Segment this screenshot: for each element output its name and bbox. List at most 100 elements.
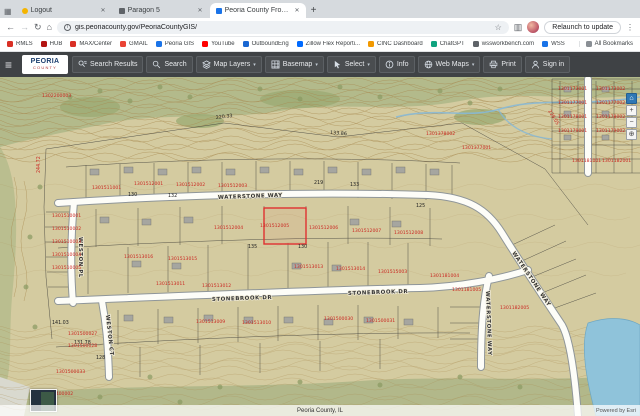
dimension-label: 128 — [96, 355, 105, 361]
parcel-id-label: 1301178001 — [558, 114, 587, 120]
bookmark-2[interactable]: MAX/Center — [70, 41, 112, 47]
tab-favicon — [22, 8, 28, 14]
lake — [584, 319, 640, 416]
search-icon — [152, 60, 161, 69]
signin-icon — [531, 60, 540, 69]
hamburger-menu-icon[interactable]: ≡ — [5, 58, 18, 72]
parcel-id-label: 1301182005 — [500, 305, 529, 311]
bookmark-favicon — [202, 41, 208, 47]
parcel-id-label: 1301500031 — [366, 318, 395, 324]
parcel-id-label: 1301179002 — [596, 128, 625, 134]
toolbar-button-sign-in[interactable]: Sign in — [525, 56, 570, 73]
relaunch-to-update-button[interactable]: Relaunch to update — [544, 21, 621, 34]
toolbar-button-info[interactable]: Info — [379, 56, 415, 73]
bookmark-favicon — [473, 41, 479, 47]
gis-toolbar: ≡ PEORIA COUNTY Search ResultsSearchMap … — [0, 52, 640, 77]
bookmarks-bar: RMLS HUB MAX/Center GMAIL Peoria GIS YouTube O… — [0, 37, 640, 52]
bookmark-6[interactable]: OutboundEng — [243, 41, 289, 47]
parcel-id-label: 1301510003 — [52, 239, 81, 245]
powered-by-esri: Powered by Esri — [596, 408, 636, 414]
all-bookmarks-button[interactable]: All Bookmarks — [579, 41, 633, 47]
bookmark-favicon — [368, 41, 374, 47]
bookmark-9[interactable]: ChatGPT — [431, 41, 465, 47]
zoom-in-button[interactable]: + — [626, 105, 637, 116]
parcel-id-label: 1301173002 — [596, 86, 625, 92]
chevron-down-icon: ▾ — [253, 62, 256, 68]
info-icon — [385, 60, 394, 69]
browser-tab-0[interactable]: Logout✕ — [16, 3, 112, 18]
parcel-id-label: 1301500028 — [68, 343, 97, 349]
profile-avatar[interactable] — [527, 21, 539, 33]
close-icon[interactable]: ✕ — [198, 7, 203, 14]
bookmark-10[interactable]: wssworkbench.com — [473, 41, 534, 47]
bookmark-favicon — [7, 41, 13, 47]
bookmark-11[interactable]: WSS — [542, 41, 565, 47]
parcel-id-label: 1301173001 — [558, 86, 587, 92]
new-tab-button[interactable]: + — [311, 5, 317, 16]
parcel-id-label: 1301513014 — [336, 266, 365, 272]
bookmark-favicon — [156, 41, 162, 47]
parcel-id-label: 1301181005 — [452, 287, 481, 293]
toolbar-button-map-layers[interactable]: Map Layers▾ — [196, 56, 262, 73]
close-icon[interactable]: ✕ — [101, 7, 106, 14]
bookmark-7[interactable]: Zillow Flex Reporti... — [297, 41, 360, 47]
tab-search-icon[interactable]: ▦ — [4, 7, 12, 16]
url-text[interactable]: gis.peoriacounty.gov/PeoriaCountyGIS/ — [75, 24, 491, 31]
locate-button[interactable]: ⊕ — [626, 129, 637, 140]
toolbar-button-search[interactable]: Search — [146, 56, 192, 73]
print-icon — [489, 60, 498, 69]
bookmark-4[interactable]: Peoria GIS — [156, 41, 194, 47]
toolbar-button-select[interactable]: Select▾ — [327, 56, 376, 73]
close-icon[interactable]: ✕ — [295, 7, 300, 14]
parcel-id-label: 1301500033 — [56, 369, 85, 375]
home-icon[interactable]: ⌂ — [47, 22, 52, 32]
parcel-id-label: 1301515003 — [378, 269, 407, 275]
bookmark-favicon — [243, 41, 249, 47]
parcel-id-label: 1301510002 — [52, 226, 81, 232]
toolbar-button-print[interactable]: Print — [483, 56, 521, 73]
side-panel-icon[interactable]: ▥ — [514, 22, 523, 33]
parcel-id-label: 1301513010 — [242, 320, 271, 326]
bookmark-3[interactable]: GMAIL — [120, 41, 148, 47]
toolbar-button-search-results[interactable]: Search Results — [72, 56, 143, 73]
dimension-label: 133 — [350, 182, 359, 188]
home-extent-button[interactable]: ⌂ — [626, 93, 637, 104]
browser-tab-1[interactable]: Paragon 5✕ — [113, 3, 209, 18]
refresh-icon[interactable]: ↻ — [34, 22, 42, 33]
browser-tab-2[interactable]: Peoria County Front Desk✕ — [210, 3, 306, 18]
parcel-id-label: 1301512007 — [352, 228, 381, 234]
zoom-out-button[interactable]: − — [626, 117, 637, 128]
url-bar[interactable]: i gis.peoriacounty.gov/PeoriaCountyGIS/ … — [57, 21, 509, 34]
back-icon[interactable]: ← — [6, 22, 15, 32]
forward-icon[interactable]: → — [20, 22, 29, 32]
select-icon — [333, 60, 342, 69]
toolbar-button-basemap[interactable]: Basemap▾ — [265, 56, 324, 73]
bookmark-5[interactable]: YouTube — [202, 41, 235, 47]
bookmark-1[interactable]: HUB — [41, 41, 63, 47]
parcel-id-label: 1301181001 — [572, 158, 601, 164]
parcel-id-label: 1301513011 — [156, 281, 185, 287]
parcel-id-label: 1301182001 — [602, 158, 631, 164]
dimension-label: 135 — [248, 244, 257, 250]
map-image: WATERSTONE WAYSTONEBROOK DRSTONEBROOK DR… — [0, 77, 640, 416]
folder-icon — [586, 41, 592, 47]
parcel-id-label: 1301177001 — [558, 100, 587, 106]
bookmark-favicon — [70, 41, 76, 47]
parcel-id-label: 1301500030 — [324, 316, 353, 322]
dimension-label: 219 — [314, 180, 323, 186]
basemap-icon — [271, 60, 280, 69]
parcel-id-label: 1301177002 — [596, 100, 625, 106]
parcel-id-label: 1301513012 — [202, 283, 231, 289]
bookmark-0[interactable]: RMLS — [7, 41, 33, 47]
bookmark-star-icon[interactable]: ☆ — [495, 23, 502, 32]
browser-menu-icon[interactable]: ⋮ — [626, 23, 634, 32]
parcel-id-label: 1301179001 — [558, 128, 587, 134]
parcel-id-label: 1301510004 — [52, 252, 81, 258]
parcel-id-label: 1301512006 — [309, 225, 338, 231]
parcel-id-label: 1301500027 — [68, 331, 97, 337]
map-canvas[interactable]: WATERSTONE WAYSTONEBROOK DRSTONEBROOK DR… — [0, 77, 640, 416]
parcel-id-label: 1301178002 — [596, 114, 625, 120]
bookmark-8[interactable]: CINC Dashboard — [368, 41, 423, 47]
site-info-icon[interactable]: i — [64, 24, 71, 31]
toolbar-button-web-maps[interactable]: Web Maps▾ — [418, 56, 481, 73]
